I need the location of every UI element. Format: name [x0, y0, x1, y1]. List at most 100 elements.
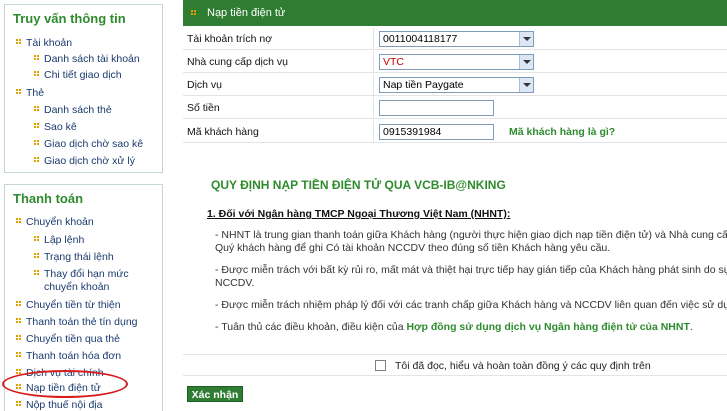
divider — [373, 121, 374, 143]
sidebar-item-label: Danh sách thẻ — [44, 104, 112, 116]
sidebar-item-label: Thay đổi hạn mức — [44, 268, 129, 280]
sidebar-item-label: Thanh toán hóa đơn — [26, 350, 122, 362]
sidebar-item-domestic-tax[interactable]: Nộp thuế nội địa — [16, 398, 103, 411]
sidebar-item-order-status[interactable]: Trạng thái lệnh — [34, 250, 114, 264]
bullet-icon — [34, 140, 40, 146]
sidebar-item-label: Danh sách tài khoản — [44, 53, 140, 65]
rules-title: QUY ĐỊNH NẠP TIỀN ĐIỆN TỬ QUA VCB-IB@NKI… — [211, 178, 506, 192]
sidebar-item-bill-payment[interactable]: Thanh toán hóa đơn — [16, 349, 122, 363]
sidebar-item-pending-statement[interactable]: Giao dịch chờ sao kê — [34, 137, 144, 151]
bullet-icon — [34, 106, 40, 112]
field-label: Tài khoản trích nợ — [187, 33, 273, 45]
divider — [373, 51, 374, 73]
form-row-amount: Số tiền — [183, 97, 727, 119]
bullet-icon — [16, 39, 22, 45]
sidebar-item-label: Lập lệnh — [44, 234, 85, 246]
sidebar-item-label: chuyển khoản — [44, 281, 110, 293]
bullet-icon — [16, 218, 22, 224]
service-select[interactable]: Nap tiền Paygate — [379, 77, 534, 93]
field-label: Nhà cung cấp dịch vụ — [187, 56, 288, 68]
bullet-icon — [16, 401, 22, 407]
panel-title: Thanh toán — [13, 191, 84, 206]
sidebar-item-change-limit-cont[interactable]: chuyển khoản — [44, 280, 109, 294]
sidebar-item-label: Giao dịch chờ sao kê — [44, 138, 144, 150]
sidebar: Truy vấn thông tin Thanh toán Tài khoản … — [0, 0, 177, 411]
rule-line: Quý khách hàng để ghi Có tài khoản NCCDV… — [215, 242, 611, 254]
sidebar-item-label: Chuyển khoản — [26, 216, 94, 228]
sidebar-item-change-limit[interactable]: Thay đổi hạn mức — [34, 267, 129, 281]
bullet-icon — [34, 236, 40, 242]
sidebar-item-label: Chi tiết giao dịch — [44, 69, 122, 81]
sidebar-item-label: Chuyển tiền từ thiện — [26, 299, 121, 311]
chevron-down-icon[interactable] — [519, 32, 533, 46]
sidebar-item-create-order[interactable]: Lập lệnh — [34, 233, 85, 247]
bullet-icon — [34, 157, 40, 163]
rules-subtitle: 1. Đối với Ngân hàng TMCP Ngoại Thương V… — [207, 208, 511, 220]
sidebar-item-label: Thẻ — [26, 87, 45, 99]
sidebar-item-statement[interactable]: Sao kê — [34, 120, 77, 134]
rule-line: - Tuân thủ các điều khoản, điều kiện của… — [215, 321, 727, 334]
customer-code-help-link[interactable]: Mã khách hàng là gì? — [509, 126, 615, 138]
sidebar-item-label: Tài khoản — [26, 37, 73, 49]
agree-checkbox[interactable] — [375, 360, 386, 371]
sidebar-item-card-list[interactable]: Danh sách thẻ — [34, 103, 112, 117]
sidebar-item-charity-transfer[interactable]: Chuyển tiền từ thiện — [16, 298, 121, 312]
agree-label: Tôi đã đọc, hiểu và hoàn toàn đồng ý các… — [395, 360, 651, 372]
sidebar-item-label: Nộp thuế nội địa — [26, 399, 103, 411]
bullet-icon — [191, 10, 197, 16]
main-content: Nạp tiền điện tử Tài khoản trích nợ 0011… — [183, 0, 727, 411]
sidebar-item-transaction-detail[interactable]: Chi tiết giao dịch — [34, 68, 122, 82]
confirm-button[interactable]: Xác nhận — [187, 386, 243, 402]
bullet-icon — [16, 352, 22, 358]
field-label: Số tiền — [187, 102, 220, 114]
rule-line: - NHNT là trung gian thanh toán giữa Khá… — [215, 229, 727, 241]
chevron-down-icon[interactable] — [519, 55, 533, 69]
amount-input[interactable] — [379, 100, 494, 116]
highlight-circle — [2, 370, 128, 398]
sidebar-item-label: Chuyển tiền qua thẻ — [26, 333, 120, 345]
sidebar-item-pending-processing[interactable]: Giao dịch chờ xử lý — [34, 154, 135, 168]
bullet-icon — [16, 335, 22, 341]
sidebar-item-credit-card-payment[interactable]: Thanh toán thẻ tín dụng — [16, 315, 138, 329]
bullet-icon — [16, 318, 22, 324]
rule-text-prefix: - Tuân thủ các điều khoản, điều kiện của — [215, 321, 407, 333]
form-row-account: Tài khoản trích nợ 0011004118177 — [183, 28, 727, 50]
divider — [373, 97, 374, 119]
sidebar-item-card[interactable]: Thẻ — [16, 86, 45, 100]
panel-title: Truy vấn thông tin — [13, 11, 126, 26]
sidebar-item-label: Giao dịch chờ xử lý — [44, 155, 135, 167]
customer-code-input[interactable]: 0915391984 — [379, 124, 494, 140]
bullet-icon — [34, 71, 40, 77]
account-select[interactable]: 0011004118177 — [379, 31, 534, 47]
bullet-icon — [34, 55, 40, 61]
sidebar-item-label: Thanh toán thẻ tín dụng — [26, 316, 138, 328]
divider — [373, 28, 374, 50]
sidebar-item-card-transfer[interactable]: Chuyển tiền qua thẻ — [16, 332, 120, 346]
sidebar-item-label: Sao kê — [44, 121, 77, 133]
select-value: Nap tiền Paygate — [383, 79, 464, 91]
bullet-icon — [34, 123, 40, 129]
page-header: Nạp tiền điện tử — [183, 0, 727, 26]
divider — [373, 74, 374, 96]
field-label: Mã khách hàng — [187, 126, 259, 138]
select-value: 0011004118177 — [383, 33, 458, 45]
sidebar-item-transfer[interactable]: Chuyển khoản — [16, 215, 94, 229]
sidebar-item-account[interactable]: Tài khoản — [16, 36, 73, 50]
bullet-icon — [16, 301, 22, 307]
field-label: Dịch vụ — [187, 79, 223, 91]
select-value: VTC — [383, 56, 404, 68]
form-row-service: Dịch vụ Nap tiền Paygate — [183, 74, 727, 96]
sidebar-item-label: Trạng thái lệnh — [44, 251, 114, 263]
rule-line: - Được miễn trách nhiệm pháp lý đối với … — [215, 299, 727, 311]
page-title: Nạp tiền điện tử — [207, 7, 286, 19]
form-row-provider: Nhà cung cấp dịch vụ VTC — [183, 51, 727, 73]
sidebar-item-account-list[interactable]: Danh sách tài khoản — [34, 52, 140, 66]
contract-link[interactable]: Hợp đồng sử dụng dịch vụ Ngân hàng điện … — [406, 321, 689, 333]
bullet-icon — [16, 89, 22, 95]
chevron-down-icon[interactable] — [519, 78, 533, 92]
rule-line: NCCDV. — [215, 277, 255, 289]
rule-text-suffix: . — [689, 321, 693, 333]
agree-row: Tôi đã đọc, hiểu và hoàn toàn đồng ý các… — [183, 354, 727, 376]
provider-select[interactable]: VTC — [379, 54, 534, 70]
rule-line: - Được miễn trách với bất kỳ rủi ro, mất… — [215, 264, 727, 276]
